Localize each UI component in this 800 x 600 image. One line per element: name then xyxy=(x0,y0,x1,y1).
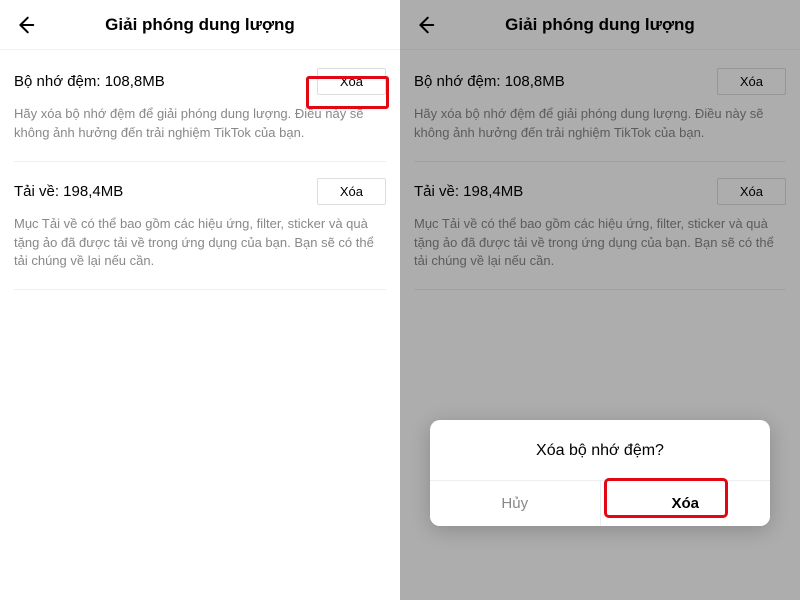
downloads-label: Tải về: 198,4MB xyxy=(14,183,123,200)
cache-label: Bộ nhớ đệm: 108,8MB xyxy=(14,73,165,90)
clear-cache-button[interactable]: Xóa xyxy=(317,68,386,95)
screen-left: Giải phóng dung lượng Bộ nhớ đệm: 108,8M… xyxy=(0,0,400,600)
dialog-buttons: Hủy Xóa xyxy=(430,480,770,526)
content: Bộ nhớ đệm: 108,8MB Xóa Hãy xóa bộ nhớ đ… xyxy=(0,50,400,290)
page-title: Giải phóng dung lượng xyxy=(14,15,386,35)
confirm-dialog: Xóa bộ nhớ đệm? Hủy Xóa xyxy=(430,420,770,526)
downloads-section: Tải về: 198,4MB Xóa Mục Tải về có thể ba… xyxy=(14,178,386,291)
dialog-cancel-button[interactable]: Hủy xyxy=(430,481,601,526)
downloads-desc: Mục Tải về có thể bao gồm các hiệu ứng, … xyxy=(14,215,386,272)
screen-right: Giải phóng dung lượng Bộ nhớ đệm: 108,8M… xyxy=(400,0,800,600)
dialog-confirm-button[interactable]: Xóa xyxy=(601,481,771,526)
cache-desc: Hãy xóa bộ nhớ đệm để giải phóng dung lư… xyxy=(14,105,386,143)
dialog-title: Xóa bộ nhớ đệm? xyxy=(430,420,770,480)
header: Giải phóng dung lượng xyxy=(0,0,400,50)
cache-section: Bộ nhớ đệm: 108,8MB Xóa Hãy xóa bộ nhớ đ… xyxy=(14,68,386,162)
clear-downloads-button[interactable]: Xóa xyxy=(317,178,386,205)
